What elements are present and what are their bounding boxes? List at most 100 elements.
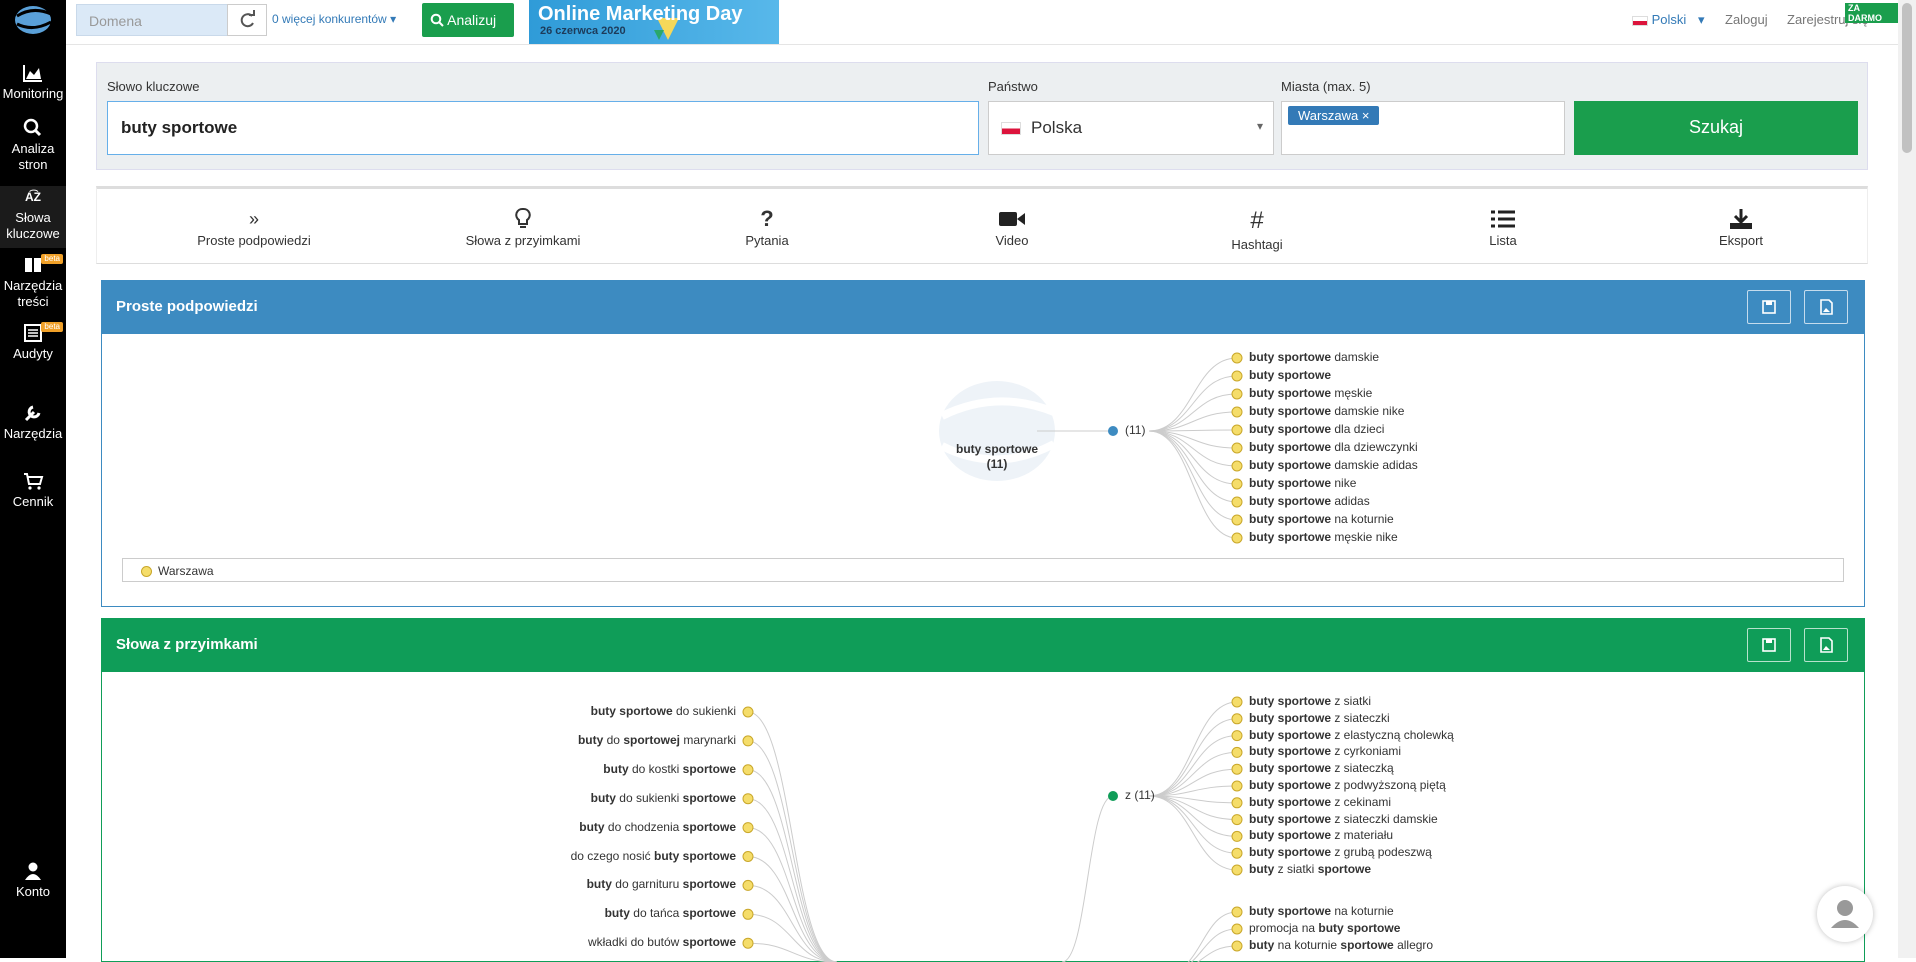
tab-eksport[interactable]: Eksport <box>1691 207 1791 248</box>
export-image-button[interactable] <box>1804 628 1848 662</box>
preposition-item-right[interactable]: buty sportowe z siateczki damskie <box>1249 812 1438 826</box>
leaf-node[interactable] <box>1232 443 1242 453</box>
preposition-item-left[interactable]: buty do garnituru sportowe <box>587 877 736 891</box>
hub-label[interactable]: (11) <box>1125 423 1145 437</box>
save-button[interactable] <box>1747 628 1791 662</box>
hub-label[interactable]: z (11) <box>1125 788 1155 802</box>
leaf-node[interactable] <box>1232 865 1242 875</box>
leaf-node[interactable] <box>1232 533 1242 543</box>
country-select[interactable]: Polska▾ <box>988 101 1274 155</box>
preposition-item-left[interactable]: do czego nosić buty sportowe <box>571 849 736 863</box>
leaf-node[interactable] <box>743 852 753 862</box>
suggestion-item[interactable]: buty sportowe adidas <box>1249 494 1370 508</box>
sidebar-item-slowa-kluczowe[interactable]: A͡Z Słowa kluczowe <box>0 186 66 248</box>
leaf-node[interactable] <box>1232 764 1242 774</box>
leaf-node[interactable] <box>1232 425 1242 435</box>
preposition-item-right[interactable]: buty na koturnie sportowe allegro <box>1249 938 1433 952</box>
login-link[interactable]: Zaloguj <box>1725 12 1768 27</box>
preposition-item-right[interactable]: buty z siatki sportowe <box>1249 862 1371 876</box>
event-banner[interactable]: Online Marketing Day 26 czerwca 2020 <box>529 0 779 44</box>
city-tag[interactable]: Warszawa × <box>1288 106 1379 125</box>
suggestion-item[interactable]: buty sportowe <box>1249 368 1331 382</box>
suggestion-item[interactable]: buty sportowe dla dziewczynki <box>1249 440 1418 454</box>
leaf-node[interactable] <box>1232 461 1242 471</box>
leaf-node[interactable] <box>1232 407 1242 417</box>
remove-tag-icon[interactable]: × <box>1362 108 1370 123</box>
leaf-node[interactable] <box>743 736 753 746</box>
leaf-node[interactable] <box>1232 697 1242 707</box>
leaf-node[interactable] <box>1232 353 1242 363</box>
leaf-node[interactable] <box>1232 815 1242 825</box>
leaf-node[interactable] <box>743 794 753 804</box>
preposition-item-left[interactable]: buty sportowe do sukienki <box>591 704 736 718</box>
keyword-input[interactable]: buty sportowe <box>107 101 979 155</box>
leaf-node[interactable] <box>743 909 753 919</box>
leaf-node[interactable] <box>1232 907 1242 917</box>
leaf-node[interactable] <box>743 938 753 948</box>
leaf-node[interactable] <box>1232 731 1242 741</box>
preposition-item-left[interactable]: wkładki do butów sportowe <box>588 935 736 949</box>
cities-input[interactable]: Warszawa × <box>1281 101 1565 155</box>
leaf-node[interactable] <box>1232 497 1242 507</box>
suggestion-item[interactable]: buty sportowe dla dzieci <box>1249 422 1384 436</box>
leaf-node[interactable] <box>743 765 753 775</box>
tab-lista[interactable]: Lista <box>1453 207 1553 248</box>
tab-hashtagi[interactable]: #Hashtagi <box>1207 207 1307 252</box>
preposition-item-right[interactable]: buty sportowe na koturnie <box>1249 904 1394 918</box>
sidebar-item-audyty[interactable]: beta Audyty <box>0 322 66 362</box>
sidebar-item-narzedzia-tresci[interactable]: beta Narzędzia treści <box>0 254 66 310</box>
tab-video[interactable]: Video <box>962 207 1062 248</box>
competitors-dropdown[interactable]: 0 więcej konkurentów ▾ <box>272 12 396 26</box>
preposition-item-right[interactable]: buty sportowe z materiału <box>1249 828 1393 842</box>
preposition-item-right[interactable]: buty sportowe z elastyczną cholewką <box>1249 728 1454 742</box>
preposition-item-right[interactable]: buty sportowe z cekinami <box>1249 795 1391 809</box>
suggestion-item[interactable]: buty sportowe męskie <box>1249 386 1372 400</box>
logo-icon[interactable] <box>11 2 55 38</box>
leaf-node[interactable] <box>1232 941 1242 951</box>
save-button[interactable] <box>1747 290 1791 324</box>
leaf-node[interactable] <box>1232 515 1242 525</box>
leaf-node[interactable] <box>1232 831 1242 841</box>
preposition-item-right[interactable]: buty sportowe z cyrkoniami <box>1249 744 1401 758</box>
leaf-node[interactable] <box>1232 848 1242 858</box>
leaf-node[interactable] <box>1232 389 1242 399</box>
suggestion-item[interactable]: buty sportowe nike <box>1249 476 1356 490</box>
preposition-item-left[interactable]: buty do sportowej marynarki <box>578 733 736 747</box>
leaf-node[interactable] <box>743 880 753 890</box>
sidebar-item-analiza-stron[interactable]: Analiza stron <box>0 117 66 173</box>
preposition-item-right[interactable]: buty sportowe z siateczką <box>1249 761 1394 775</box>
leaf-node[interactable] <box>743 823 753 833</box>
suggestion-item[interactable]: buty sportowe męskie nike <box>1249 530 1398 544</box>
leaf-node[interactable] <box>743 707 753 717</box>
leaf-node[interactable] <box>1232 798 1242 808</box>
preposition-item-left[interactable]: buty do kostki sportowe <box>603 762 736 776</box>
preposition-item-right[interactable]: buty sportowe z siateczki <box>1249 711 1390 725</box>
analyze-button[interactable]: Analizuj <box>422 3 514 37</box>
suggestion-item[interactable]: buty sportowe damskie <box>1249 350 1379 364</box>
scrollbar[interactable] <box>1898 0 1916 958</box>
leaf-node[interactable] <box>1232 714 1242 724</box>
preposition-item-right[interactable]: buty sportowe z podwyższoną piętą <box>1249 778 1446 792</box>
preposition-item-right[interactable]: promocja na buty sportowe <box>1249 921 1400 935</box>
chat-button[interactable] <box>1817 886 1873 942</box>
domain-input[interactable]: Domena <box>76 4 228 36</box>
scrollbar-thumb[interactable] <box>1902 3 1912 153</box>
export-image-button[interactable] <box>1804 290 1848 324</box>
hub-node[interactable] <box>1108 791 1118 801</box>
leaf-node[interactable] <box>1232 781 1242 791</box>
sidebar-item-konto[interactable]: Konto <box>0 860 66 900</box>
refresh-button[interactable] <box>227 4 267 36</box>
preposition-item-right[interactable]: buty sportowe z grubą podeszwą <box>1249 845 1432 859</box>
hub-node[interactable] <box>1108 426 1118 436</box>
preposition-item-left[interactable]: buty do sukienki sportowe <box>591 791 736 805</box>
language-selector[interactable]: Polski ▾ <box>1632 12 1704 28</box>
search-button[interactable]: Szukaj <box>1574 101 1858 155</box>
tab-slowa-z-przyimkami[interactable]: Słowa z przyimkami <box>433 207 613 248</box>
leaf-node[interactable] <box>1232 747 1242 757</box>
suggestion-item[interactable]: buty sportowe na koturnie <box>1249 512 1394 526</box>
preposition-item-right[interactable]: buty sportowe z siatki <box>1249 694 1371 708</box>
tab-proste-podpowiedzi[interactable]: »Proste podpowiedzi <box>179 207 329 248</box>
sidebar-item-monitoring[interactable]: Monitoring <box>0 62 66 102</box>
leaf-node[interactable] <box>1232 371 1242 381</box>
suggestion-item[interactable]: buty sportowe damskie adidas <box>1249 458 1418 472</box>
